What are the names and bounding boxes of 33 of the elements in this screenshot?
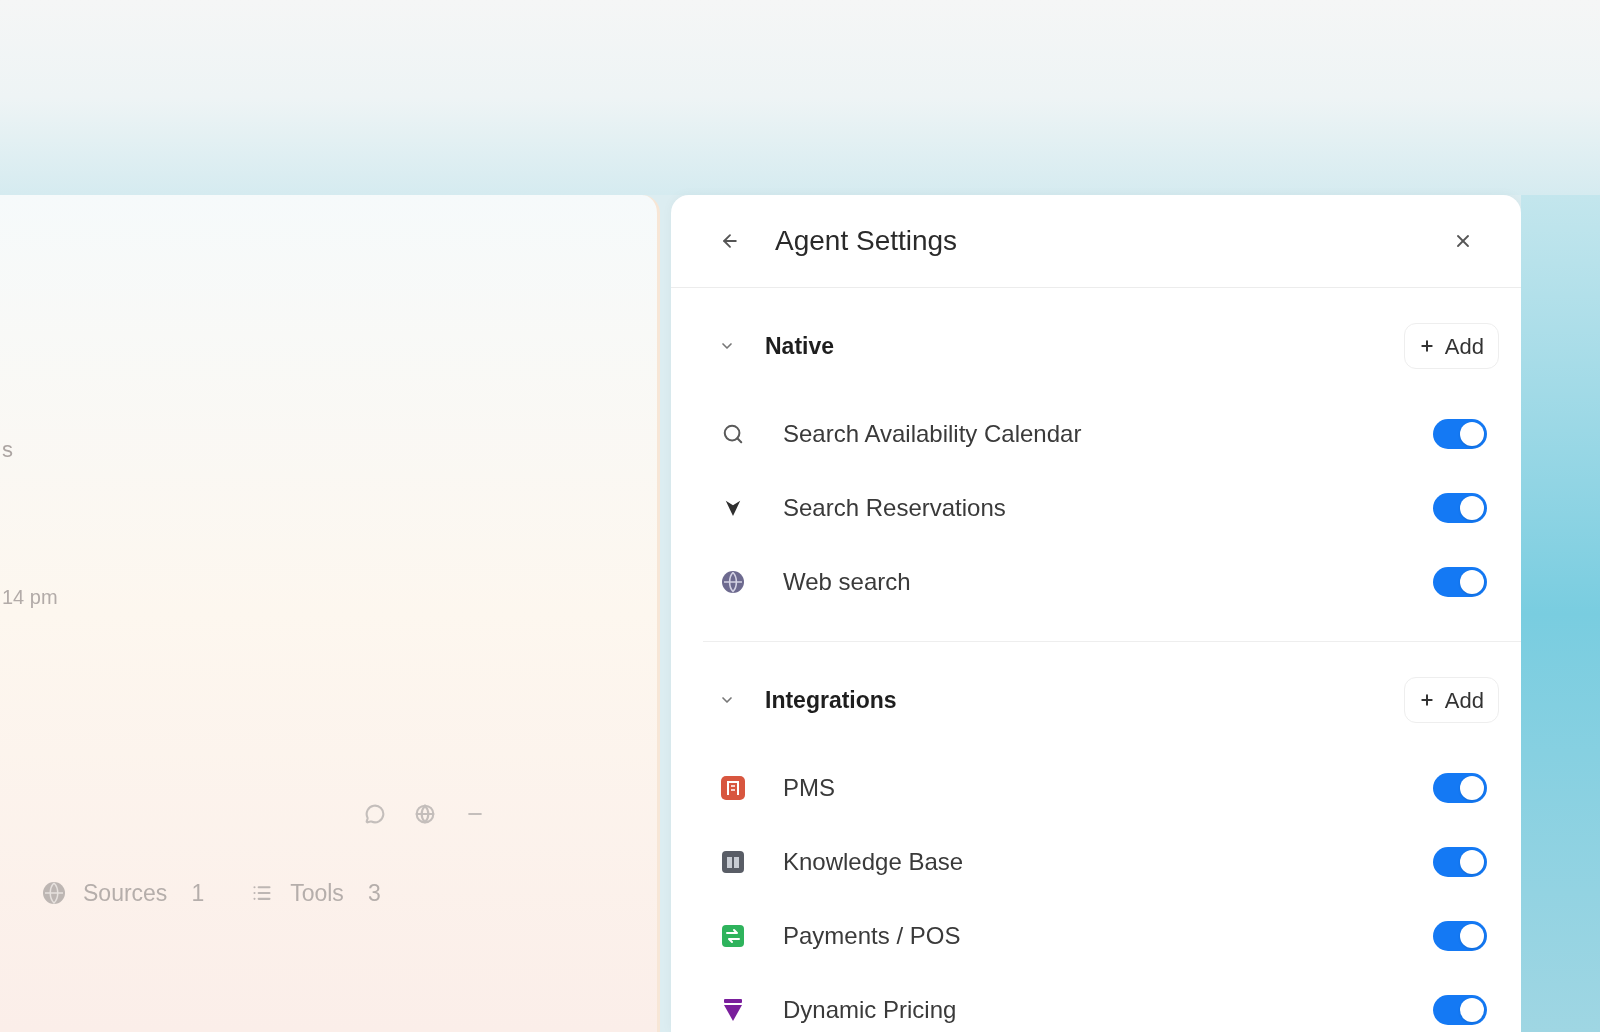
toggle-switch[interactable] xyxy=(1433,921,1487,951)
section-toggle[interactable]: Native xyxy=(719,328,835,364)
toggle-switch[interactable] xyxy=(1433,773,1487,803)
add-button[interactable]: Add xyxy=(1403,323,1499,369)
building-icon xyxy=(721,776,745,800)
toggle-switch[interactable] xyxy=(1433,493,1487,523)
plus-icon xyxy=(1418,692,1435,708)
tool-name: Web search xyxy=(783,567,911,597)
funnel-icon xyxy=(722,999,744,1021)
tool-name: Dynamic Pricing xyxy=(783,995,957,1025)
add-button[interactable]: Add xyxy=(1403,677,1499,723)
list-icon xyxy=(252,883,273,903)
book-icon xyxy=(722,851,744,873)
section-toggle[interactable]: Integrations xyxy=(719,682,897,718)
swap-arrows-icon xyxy=(722,925,744,947)
tool-name: Payments / POS xyxy=(783,921,961,951)
down-pointer-icon xyxy=(724,499,742,517)
timestamp-text: 14 pm xyxy=(2,585,58,610)
arrow-left-icon xyxy=(720,231,740,251)
tool-name: Search Reservations xyxy=(783,493,1006,523)
tool-name: Search Availability Calendar xyxy=(783,419,1082,449)
toggle-switch[interactable] xyxy=(1433,567,1487,597)
search-icon xyxy=(722,423,744,445)
toggle-switch[interactable] xyxy=(1433,995,1487,1025)
globe-icon xyxy=(43,882,65,904)
toggle-switch[interactable] xyxy=(1433,419,1487,449)
panel-title: Agent Settings xyxy=(775,224,958,258)
globe-icon xyxy=(722,571,744,593)
tool-name: PMS xyxy=(783,773,835,803)
plus-icon xyxy=(1418,338,1435,354)
toggle-switch[interactable] xyxy=(1433,847,1487,877)
message-text: s xyxy=(2,436,13,464)
tool-name: Knowledge Base xyxy=(783,847,964,877)
